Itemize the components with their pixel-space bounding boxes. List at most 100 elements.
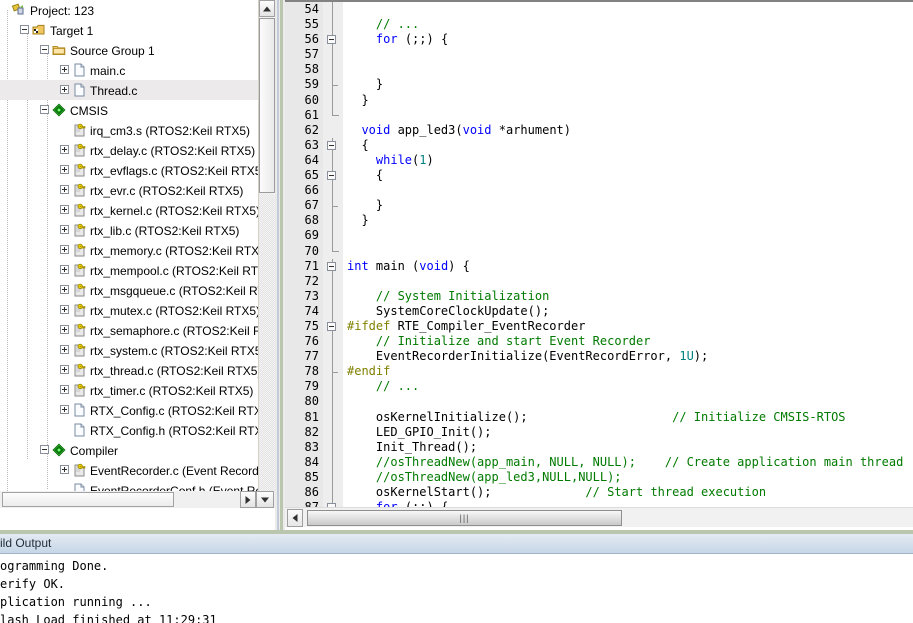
fold-margin[interactable]: [323, 273, 343, 289]
fold-margin[interactable]: [323, 318, 343, 335]
tree-item[interactable]: rtx_evr.c (RTOS2:Keil RTX5): [0, 180, 258, 200]
fold-collapse-icon[interactable]: [327, 321, 336, 331]
hscroll-right-button[interactable]: [240, 491, 256, 508]
fold-margin[interactable]: [323, 122, 343, 138]
expand-icon[interactable]: [60, 245, 69, 255]
expand-icon[interactable]: [60, 145, 69, 155]
code-line[interactable]: 87 for (;;) {: [285, 500, 913, 507]
fold-collapse-icon[interactable]: [327, 503, 336, 507]
tree-item[interactable]: RTX_Config.c (RTOS2:Keil RTX5): [0, 400, 258, 420]
code-line[interactable]: 70: [285, 243, 913, 259]
code-line[interactable]: 79 // ...: [285, 379, 913, 395]
collapse-icon[interactable]: [20, 25, 29, 35]
expand-icon[interactable]: [60, 265, 69, 275]
fold-margin[interactable]: [323, 62, 343, 78]
tree-item[interactable]: Target 1: [0, 20, 258, 40]
scroll-thumb[interactable]: [259, 18, 275, 193]
fold-margin[interactable]: [323, 168, 343, 184]
build-output-lines[interactable]: ogramming Done. erify OK. plication runnin…: [0, 557, 913, 623]
code-line[interactable]: 77 EventRecorderInitialize(EventRecordEr…: [285, 349, 913, 365]
tree-item[interactable]: irq_cm3.s (RTOS2:Keil RTX5): [0, 120, 258, 140]
project-tree-horizontal-scrollbar[interactable]: [0, 491, 275, 508]
expand-icon[interactable]: [60, 465, 69, 475]
fold-margin[interactable]: [323, 439, 343, 455]
fold-margin[interactable]: [323, 349, 343, 365]
tree-item[interactable]: Thread.c: [0, 80, 258, 100]
code-line[interactable]: 57: [285, 47, 913, 63]
code-line[interactable]: 82 LED_GPIO_Init();: [285, 424, 913, 440]
expand-icon[interactable]: [60, 285, 69, 295]
editor-hscroll-thumb[interactable]: |||: [307, 510, 622, 526]
code-line[interactable]: 65 {: [285, 168, 913, 184]
fold-margin[interactable]: [323, 77, 343, 93]
hscroll-thumb[interactable]: [2, 492, 174, 507]
tree-item[interactable]: CMSIS: [0, 100, 258, 120]
code-line[interactable]: 69: [285, 228, 913, 244]
scroll-up-button[interactable]: [259, 0, 275, 17]
fold-margin[interactable]: [323, 288, 343, 304]
hscroll-left-button[interactable]: [287, 508, 303, 527]
code-line[interactable]: 74 SystemCoreClockUpdate();: [285, 303, 913, 319]
code-line[interactable]: 86 osKernelStart(); // Start thread exec…: [285, 485, 913, 501]
fold-margin[interactable]: [323, 107, 343, 123]
fold-margin[interactable]: [323, 32, 343, 48]
project-tree-vertical-scrollbar[interactable]: [258, 0, 275, 491]
tree-item[interactable]: RTX_Config.h (RTOS2:Keil RTX5): [0, 420, 258, 440]
expand-icon[interactable]: [60, 185, 69, 195]
fold-margin[interactable]: [323, 17, 343, 33]
tree-item[interactable]: rtx_system.c (RTOS2:Keil RTX5): [0, 340, 258, 360]
code-line[interactable]: 59 }: [285, 77, 913, 93]
code-line[interactable]: 75 #ifdef RTE_Compiler_EventRecorder: [285, 318, 913, 335]
collapse-icon[interactable]: [40, 445, 49, 455]
code-line[interactable]: 58: [285, 62, 913, 78]
expand-icon[interactable]: [60, 365, 69, 375]
tree-item[interactable]: rtx_timer.c (RTOS2:Keil RTX5): [0, 380, 258, 400]
tree-item[interactable]: rtx_kernel.c (RTOS2:Keil RTX5): [0, 200, 258, 220]
fold-margin[interactable]: [323, 469, 343, 485]
fold-margin[interactable]: [323, 364, 343, 380]
tree-item[interactable]: rtx_lib.c (RTOS2:Keil RTX5): [0, 220, 258, 240]
code-line[interactable]: 55 // ...: [285, 17, 913, 33]
code-line[interactable]: 71 int main (void) {: [285, 258, 913, 274]
fold-collapse-icon[interactable]: [327, 35, 336, 45]
fold-margin[interactable]: [323, 379, 343, 395]
code-line[interactable]: 73 // System Initialization: [285, 288, 913, 304]
fold-margin[interactable]: [323, 303, 343, 319]
fold-collapse-icon[interactable]: [327, 140, 336, 150]
fold-margin[interactable]: [323, 258, 343, 274]
fold-margin[interactable]: [323, 424, 343, 440]
code-text-area[interactable]: 54 55 // ... 56 for (;;) {57 58 59 } 60 } 61 62…: [285, 2, 913, 507]
fold-collapse-icon[interactable]: [327, 171, 336, 181]
code-line[interactable]: 83 Init_Thread();: [285, 439, 913, 455]
fold-margin[interactable]: [323, 500, 343, 507]
tree-item[interactable]: main.c: [0, 60, 258, 80]
code-line[interactable]: 61: [285, 107, 913, 123]
expand-icon[interactable]: [60, 325, 69, 335]
expand-icon[interactable]: [60, 305, 69, 315]
tree-item[interactable]: rtx_msgqueue.c (RTOS2:Keil RTX: [0, 280, 258, 300]
tree-item[interactable]: rtx_evflags.c (RTOS2:Keil RTX5): [0, 160, 258, 180]
fold-margin[interactable]: [323, 243, 343, 259]
fold-margin[interactable]: [323, 137, 343, 153]
editor-horizontal-scrollbar[interactable]: |||: [285, 507, 913, 527]
code-line[interactable]: 62 void app_led3(void *arhument): [285, 122, 913, 138]
tree-item[interactable]: rtx_semaphore.c (RTOS2:Keil RT: [0, 320, 258, 340]
code-line[interactable]: 66: [285, 183, 913, 199]
expand-icon[interactable]: [60, 225, 69, 235]
code-line[interactable]: 67 }: [285, 198, 913, 214]
fold-margin[interactable]: [323, 228, 343, 244]
expand-icon[interactable]: [60, 205, 69, 215]
code-line[interactable]: 80: [285, 394, 913, 410]
pane-splitter[interactable]: [275, 0, 285, 530]
code-line[interactable]: 76 // Initialize and start Event Recorde…: [285, 334, 913, 350]
expand-icon[interactable]: [60, 165, 69, 175]
code-line[interactable]: 81 osKernelInitialize(); // Initialize C…: [285, 409, 913, 425]
collapse-icon[interactable]: [40, 105, 49, 115]
tree-item[interactable]: rtx_mempool.c (RTOS2:Keil RTX5: [0, 260, 258, 280]
tree-item[interactable]: rtx_delay.c (RTOS2:Keil RTX5): [0, 140, 258, 160]
tree-item[interactable]: rtx_thread.c (RTOS2:Keil RTX5): [0, 360, 258, 380]
fold-margin[interactable]: [323, 198, 343, 214]
fold-margin[interactable]: [323, 334, 343, 350]
code-line[interactable]: 84 //osThreadNew(app_main, NULL, NULL); …: [285, 454, 913, 470]
tree-item[interactable]: rtx_memory.c (RTOS2:Keil RTX5): [0, 240, 258, 260]
